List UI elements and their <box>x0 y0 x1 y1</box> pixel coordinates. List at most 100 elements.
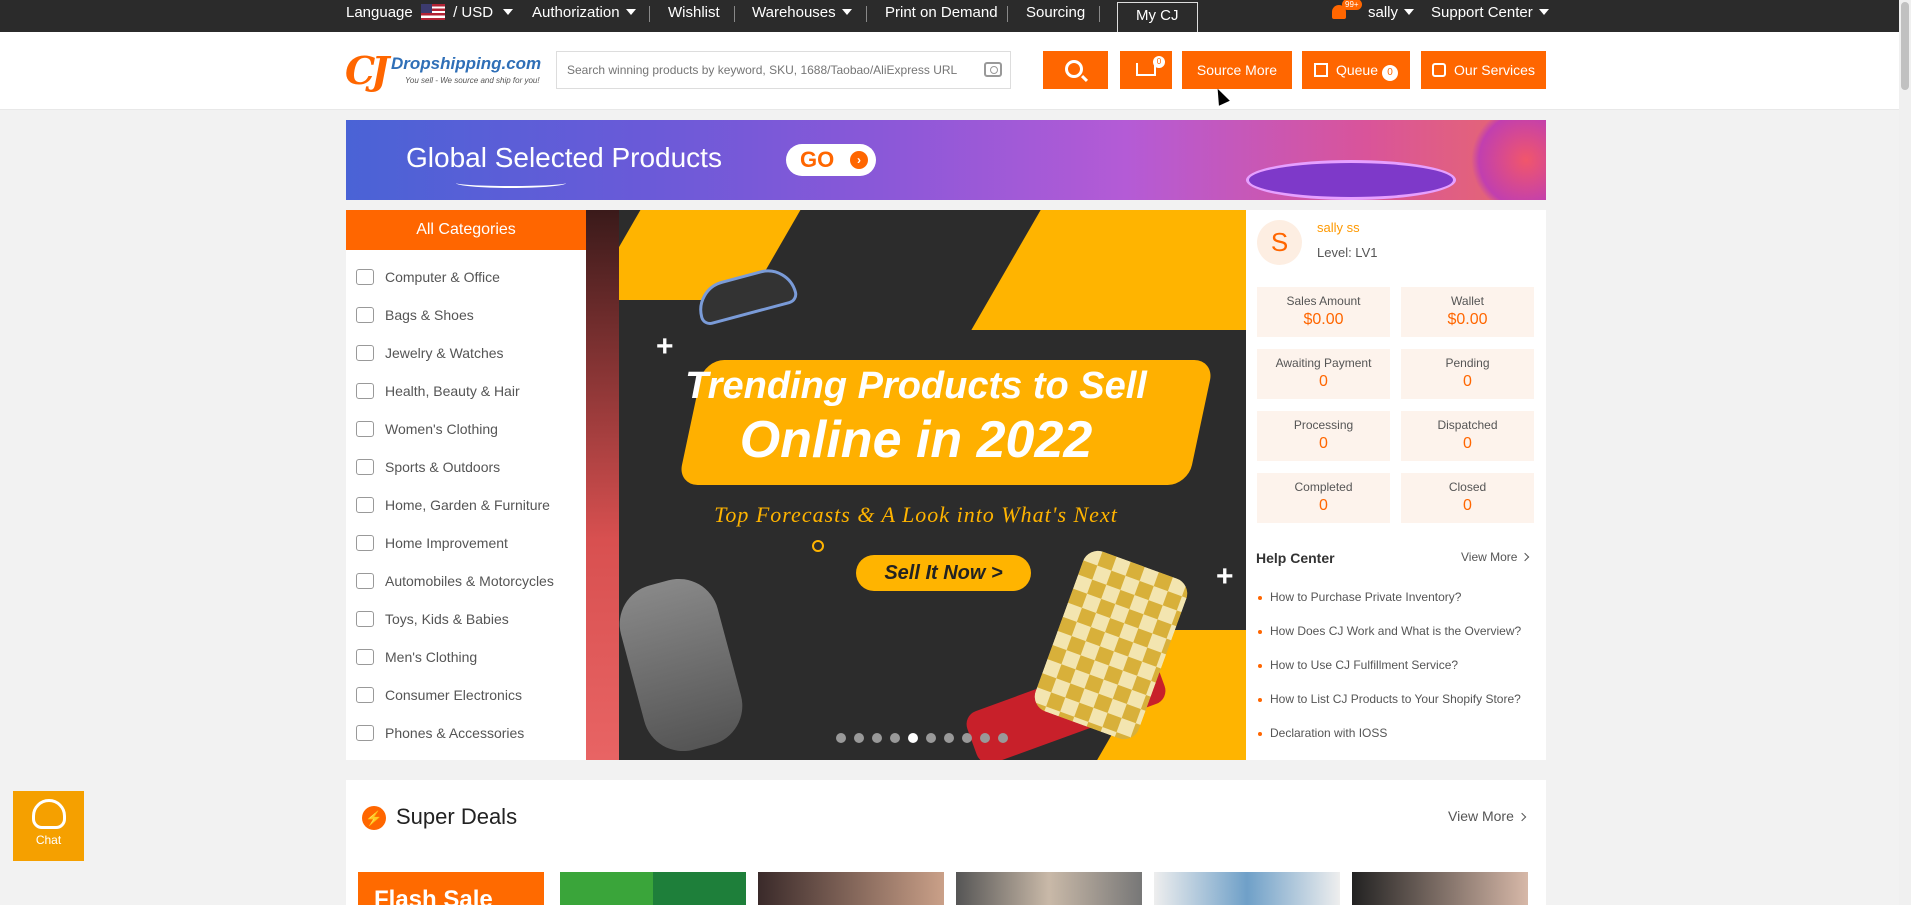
all-categories-header[interactable]: All Categories <box>346 210 586 250</box>
source-more-button[interactable]: Source More <box>1182 51 1292 89</box>
sell-it-now-button[interactable]: Sell It Now > <box>856 555 1031 591</box>
authorization-label: Authorization <box>532 4 620 21</box>
category-label: Health, Beauty & Hair <box>385 383 520 399</box>
category-item[interactable]: Toys, Kids & Babies <box>346 600 586 638</box>
stat-card[interactable]: Processing 0 <box>1257 411 1390 461</box>
search-input[interactable] <box>557 52 957 88</box>
carousel-dot[interactable] <box>890 733 900 743</box>
super-deals-title: Super Deals <box>396 804 518 829</box>
deal-thumbnail[interactable]: Flash Sale <box>358 872 544 905</box>
category-item[interactable]: Phones & Accessories <box>346 714 586 752</box>
authorization-menu[interactable]: Authorization <box>532 0 636 32</box>
stat-value: 0 <box>1463 497 1472 514</box>
stat-card[interactable]: Closed 0 <box>1401 473 1534 523</box>
deal-thumbnail[interactable] <box>560 872 746 905</box>
carousel-dot[interactable] <box>854 733 864 743</box>
banner-platform-decoration <box>1246 160 1456 200</box>
stat-value: 0 <box>1319 373 1328 390</box>
search-button[interactable] <box>1043 51 1108 89</box>
stat-card[interactable]: Wallet $0.00 <box>1401 287 1534 337</box>
stat-card[interactable]: Sales Amount $0.00 <box>1257 287 1390 337</box>
stat-label: Pending <box>1445 356 1490 370</box>
stat-card[interactable]: Dispatched 0 <box>1401 411 1534 461</box>
stat-label: Processing <box>1293 418 1354 432</box>
category-item[interactable]: Sports & Outdoors <box>346 448 586 486</box>
stat-value: 0 <box>1463 435 1472 452</box>
logo-text: Dropshipping.com <box>391 54 542 73</box>
deal-thumbnail[interactable] <box>1154 872 1340 905</box>
stat-label: Completed <box>1294 480 1353 494</box>
help-link[interactable]: How to List CJ Products to Your Shopify … <box>1258 692 1521 706</box>
cart-button[interactable]: 0 <box>1120 51 1172 89</box>
deal-thumbnail[interactable] <box>956 872 1142 905</box>
user-menu[interactable]: sally <box>1368 0 1415 32</box>
search-box <box>556 51 1011 89</box>
wishlist-link[interactable]: Wishlist <box>668 0 720 32</box>
category-item[interactable]: Bags & Shoes <box>346 296 586 334</box>
category-item[interactable]: Automobiles & Motorcycles <box>346 562 586 600</box>
account-panel: S sally ss Level: LV1 Sales Amount $0.00 W… <box>1246 210 1546 760</box>
support-center-menu[interactable]: Support Center <box>1431 0 1549 32</box>
help-view-more-link[interactable]: View More <box>1461 550 1530 564</box>
headphones-icon <box>356 687 374 703</box>
language-selector[interactable]: Language / USD <box>346 0 514 32</box>
divider <box>1099 6 1100 22</box>
chat-button[interactable]: Chat <box>13 791 84 861</box>
warehouses-menu[interactable]: Warehouses <box>752 0 852 32</box>
category-item[interactable]: Men's Clothing <box>346 638 586 676</box>
stat-card[interactable]: Completed 0 <box>1257 473 1390 523</box>
deal-thumbnail[interactable] <box>1352 872 1528 905</box>
stat-card[interactable]: Pending 0 <box>1401 349 1534 399</box>
logo[interactable]: CJ Dropshipping.com You sell - We source… <box>345 48 550 93</box>
page-scrollbar[interactable] <box>1899 0 1911 905</box>
plus-icon: + <box>656 330 674 363</box>
carousel-dot[interactable] <box>944 733 954 743</box>
help-link[interactable]: How to Purchase Private Inventory? <box>1257 590 1461 604</box>
scrollbar-thumb[interactable] <box>1901 2 1909 90</box>
carousel-dot[interactable] <box>908 733 918 743</box>
category-item[interactable]: Computer & Office <box>346 258 586 296</box>
help-link[interactable]: Declaration with IOSS <box>1257 726 1387 740</box>
category-label: Phones & Accessories <box>385 725 525 741</box>
print-on-demand-link[interactable]: Print on Demand <box>885 0 998 32</box>
headset-icon <box>31 799 66 829</box>
deals-view-more-link[interactable]: View More <box>1448 808 1527 824</box>
category-item[interactable]: Jewelry & Watches <box>346 334 586 372</box>
logo-mark: CJ <box>345 48 389 93</box>
carousel-dot[interactable] <box>980 733 990 743</box>
help-link[interactable]: How to Use CJ Fulfillment Service? <box>1257 658 1458 672</box>
stat-card[interactable]: Awaiting Payment 0 <box>1257 349 1390 399</box>
avatar[interactable]: S <box>1257 220 1302 265</box>
bell-icon: 99+ <box>1332 0 1362 19</box>
sourcing-link[interactable]: Sourcing <box>1026 0 1085 32</box>
header: CJ Dropshipping.com You sell - We source… <box>0 32 1911 110</box>
divider <box>866 6 867 22</box>
hero-carousel[interactable]: Trending Products to Sell Online in 2022… <box>586 210 1246 760</box>
deal-thumbnail[interactable] <box>758 872 944 905</box>
category-item[interactable]: Home Improvement <box>346 524 586 562</box>
category-item[interactable]: Home, Garden & Furniture <box>346 486 586 524</box>
category-label: Men's Clothing <box>385 649 478 665</box>
our-services-button[interactable]: Our Services <box>1421 51 1546 89</box>
queue-button[interactable]: Queue 0 <box>1302 51 1410 89</box>
chevron-right-icon <box>1521 552 1530 562</box>
promo-banner[interactable]: Global Selected Products GO › <box>346 120 1546 200</box>
account-name[interactable]: sally ss <box>1317 220 1360 235</box>
my-cj-button[interactable]: My CJ <box>1117 2 1198 34</box>
carousel-dot[interactable] <box>926 733 936 743</box>
banner-go-button[interactable]: GO › <box>786 144 876 176</box>
category-item[interactable]: Health, Beauty & Hair <box>346 372 586 410</box>
carousel-dot[interactable] <box>836 733 846 743</box>
category-item[interactable]: Women's Clothing <box>346 410 586 448</box>
help-link[interactable]: How Does CJ Work and What is the Overvie… <box>1257 624 1521 638</box>
category-item[interactable]: Consumer Electronics <box>346 676 586 714</box>
camera-icon[interactable] <box>984 62 1002 77</box>
carousel-dot[interactable] <box>962 733 972 743</box>
hammer-icon <box>356 535 374 551</box>
category-label: Automobiles & Motorcycles <box>385 573 554 589</box>
notification-bell[interactable]: 99+ <box>1332 0 1362 32</box>
carousel-dot[interactable] <box>872 733 882 743</box>
queue-badge: 0 <box>1382 65 1399 81</box>
category-label: Home, Garden & Furniture <box>385 497 550 513</box>
carousel-dot[interactable] <box>998 733 1008 743</box>
